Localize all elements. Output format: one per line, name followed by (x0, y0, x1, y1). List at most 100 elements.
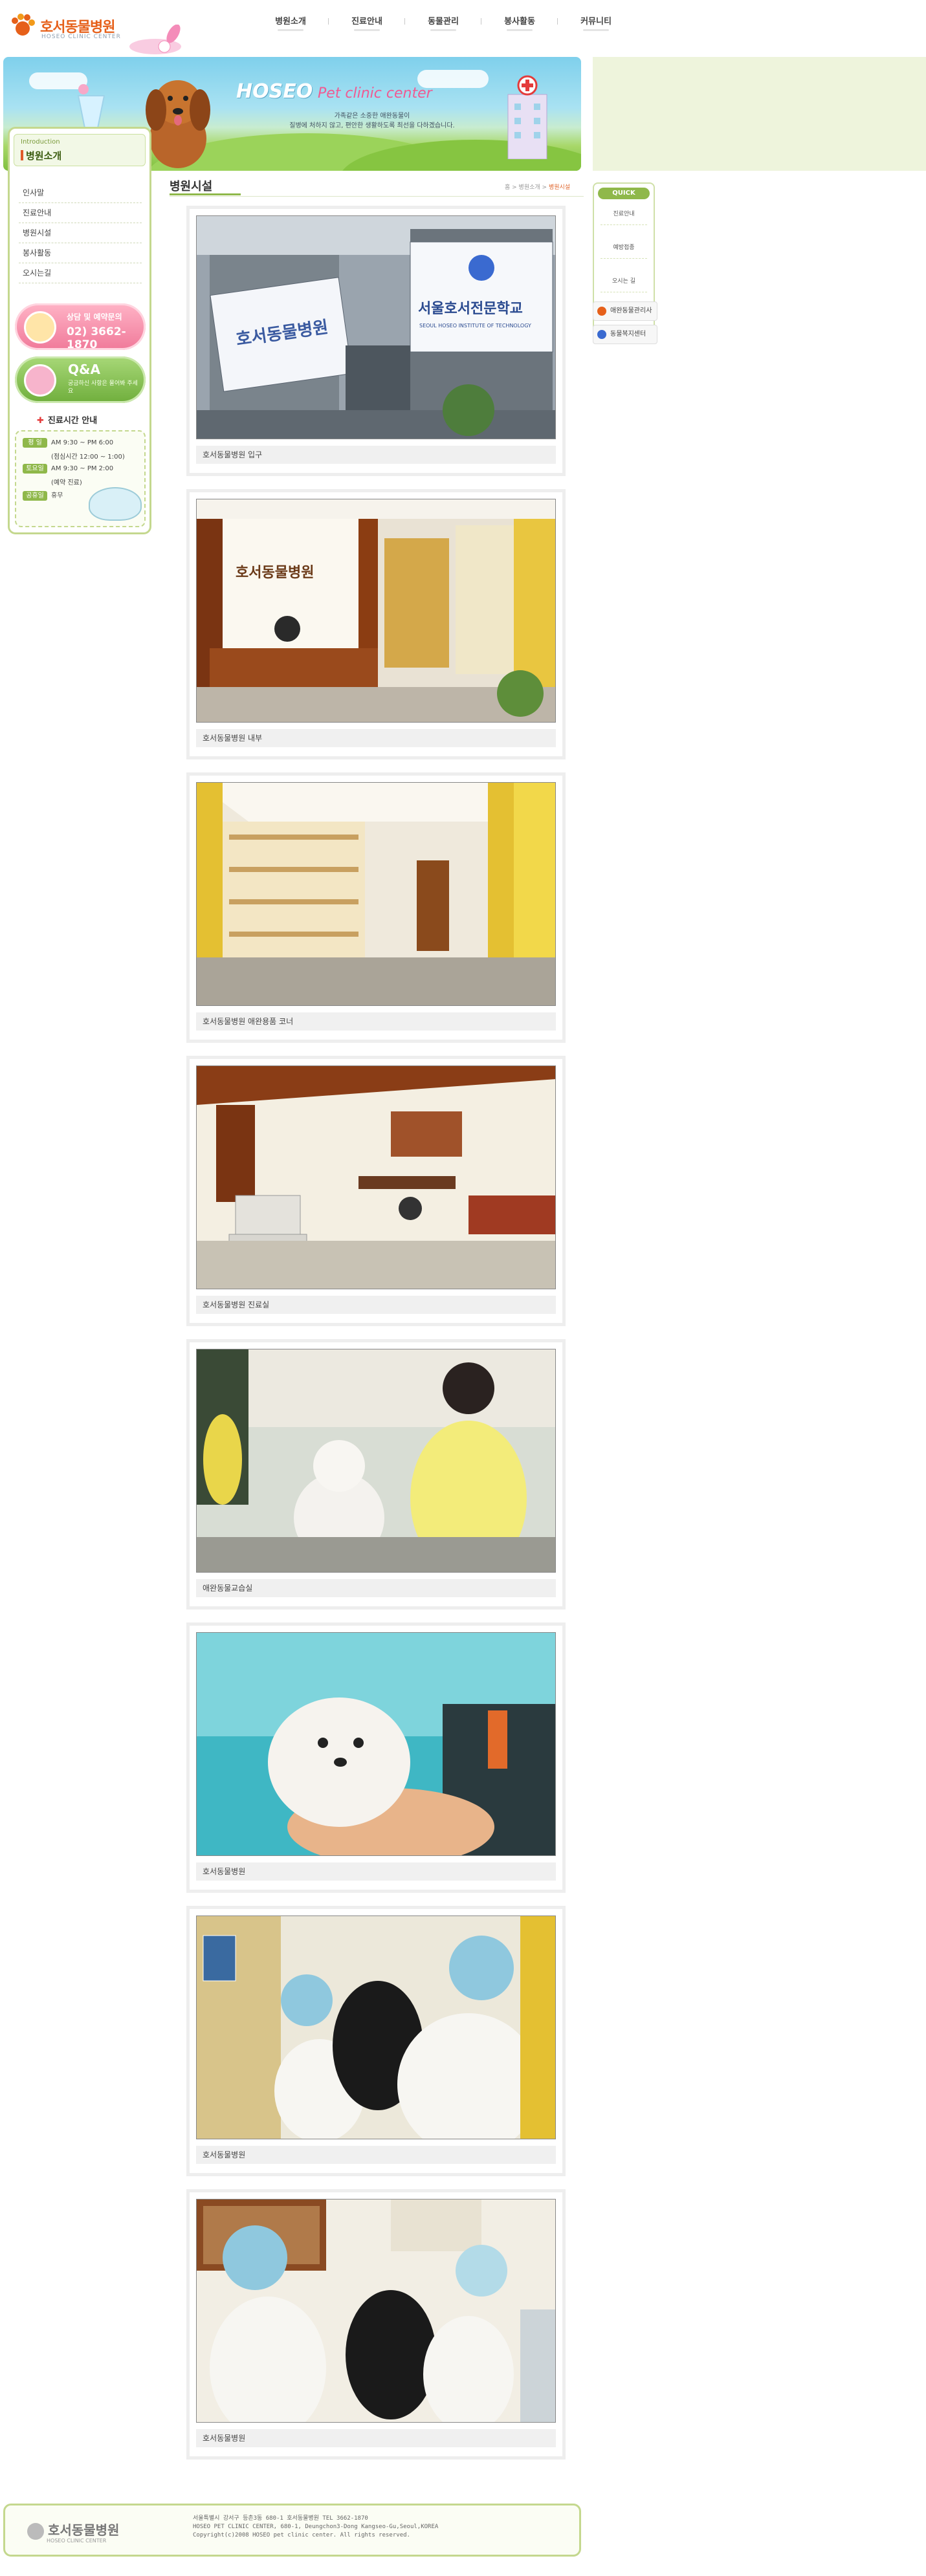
hours-tag: 공휴일 (23, 491, 47, 501)
nav-clinic-label: 진료안내 (351, 17, 382, 27)
nav-community[interactable]: 커뮤니티 (558, 14, 634, 32)
quick-link-pet-manager[interactable]: 애완동물관리사 (593, 301, 657, 321)
hours-text: AM 9:30 ~ PM 2:00 (51, 465, 114, 472)
paw-logo-icon (27, 2522, 44, 2540)
photo-sign-hospital: 호서동물병원 (236, 565, 314, 581)
slogan-line: 질병에 처하지 않고, 편안한 생활하도록 최선을 다하겠습니다. (289, 122, 455, 129)
hours-title: ✚ 진료시간 안내 (37, 413, 97, 426)
title-divider (170, 196, 584, 197)
photo-sign-school-en: SEOUL HOSEO INSTITUTE OF TECHNOLOGY (419, 323, 531, 329)
banner-right-fill (593, 57, 926, 171)
photo-card: 호서동물병원 진료실 (186, 1056, 566, 1326)
global-nav: 병원소개 진료안내 동물관리 봉사활동 커뮤니티 (252, 14, 634, 32)
nav-about[interactable]: 병원소개 (252, 14, 329, 32)
banner-slogan: 가족같은 소중한 애완동물이 질병에 처하지 않고, 편안한 생활하도록 최선을… (275, 111, 469, 131)
nav-about-underline (278, 29, 303, 31)
hours-text: AM 9:30 ~ PM 6:00 (51, 439, 114, 446)
photo-entrance: 호서동물병원 서울호서전문학교 SEOUL HOSEO INSTITUTE OF… (196, 215, 556, 439)
left-sidebar: Introduction 병원소개 인사말 진료안내 병원시설 봉사활동 오시는… (8, 127, 151, 534)
quick-item-clinic[interactable]: 진료안내 (601, 203, 647, 225)
photo-caption: 애완동물교습실 (196, 1579, 556, 1597)
photo-card: 애완동물교습실 (186, 1339, 566, 1610)
sidebar-item-facilities[interactable]: 병원시설 (19, 223, 142, 243)
nav-care[interactable]: 동물관리 (405, 14, 481, 32)
hours-row: 토요일 AM 9:30 ~ PM 2:00 (23, 464, 113, 474)
photo-caption: 호서동물병원 (196, 2146, 556, 2164)
welfare-icon (597, 330, 606, 339)
paw-logo-icon (12, 14, 35, 36)
photo-puppy (196, 1632, 556, 1856)
photo-grooming-class (196, 1349, 556, 1573)
hours-tag: 토요일 (23, 464, 47, 474)
nav-volunteer[interactable]: 봉사활동 (481, 14, 558, 32)
breadcrumb: 홈 > 병원소개 > 병원시설 (505, 182, 570, 191)
consult-phone: 02) 3662-1870 (67, 325, 126, 351)
logo-subtext: HOSEO CLINIC CENTER (41, 34, 121, 40)
photo-card: 호서동물병원 애완용품 코너 (186, 772, 566, 1043)
sidebar-heading: Introduction 병원소개 (14, 134, 146, 166)
photo-examination (196, 1916, 556, 2139)
footer: 호서동물병원 HOSEO CLINIC CENTER 서울특별시 강서구 등촌3… (3, 2504, 581, 2557)
qna-desc: 궁금하신 사항은 물어봐 주세요 (68, 380, 138, 395)
consult-reservation-button[interactable]: 상담 및 예약문의 02) 3662-1870 (15, 303, 146, 351)
qna-button[interactable]: Q&A 궁금하신 사항은 물어봐 주세요 (15, 356, 146, 403)
qna-icon (24, 364, 56, 397)
phone-icon (24, 311, 56, 344)
footer-address-en: HOSEO PET CLINIC CENTER, 680-1, Deungcho… (193, 2524, 439, 2530)
photo-exam-room (196, 1065, 556, 1289)
hours-row: (점심시간 12:00 ~ 1:00) (51, 451, 125, 461)
photo-card: 호서동물병원 호서동물병원 내부 (186, 489, 566, 759)
sidebar-item-clinic-info[interactable]: 진료안내 (19, 203, 142, 223)
photo-caption: 호서동물병원 애완용품 코너 (196, 1012, 556, 1031)
hours-title-text: 진료시간 안내 (47, 416, 98, 426)
nav-about-label: 병원소개 (275, 17, 306, 27)
hours-row: (예약 진료) (51, 477, 82, 486)
footer-info: 서울특별시 강서구 등촌3동 680-1 호서동물병원 TEL 3662-187… (193, 2515, 438, 2540)
quick-item-vaccination[interactable]: 예방접종 (601, 237, 647, 259)
sidebar-item-greeting[interactable]: 인사말 (19, 183, 142, 203)
heading-marker (21, 150, 23, 160)
sidebar-item-directions[interactable]: 오시는길 (19, 263, 142, 283)
hours-row: 평 일 AM 9:30 ~ PM 6:00 (23, 438, 113, 448)
hours-tag: 평 일 (23, 438, 47, 448)
photo-caption: 호서동물병원 (196, 2429, 556, 2447)
hours-box: 평 일 AM 9:30 ~ PM 6:00 (점심시간 12:00 ~ 1:00)… (15, 430, 146, 527)
nav-community-label: 커뮤니티 (580, 17, 612, 27)
nav-care-label: 동물관리 (428, 17, 459, 27)
qna-title: Q&A (68, 362, 100, 377)
photo-card: 호서동물병원 (186, 1622, 566, 1893)
footer-logo-subtext: HOSEO CLINIC CENTER (47, 2538, 107, 2544)
sidebar-menu: 인사말 진료안내 병원시설 봉사활동 오시는길 (19, 183, 142, 283)
photo-card: 호서동물병원 (186, 2189, 566, 2460)
hours-text: (예약 진료) (51, 479, 82, 486)
slogan-line: 가족같은 소중한 애완동물이 (334, 113, 410, 120)
photo-caption: 호서동물병원 내부 (196, 729, 556, 747)
quick-menu-title: QUICK (598, 188, 650, 199)
nav-clinic[interactable]: 진료안내 (329, 14, 405, 32)
photo-examination-2 (196, 2199, 556, 2423)
quick-link-welfare-center[interactable]: 동물복지센터 (593, 325, 657, 344)
footer-address: 서울특별시 강서구 등촌3동 680-1 호서동물병원 TEL 3662-187… (193, 2515, 368, 2522)
hours-text: 휴무 (51, 492, 63, 499)
hours-row: 공휴일 휴무 (23, 490, 63, 501)
consult-label: 상담 및 예약문의 (67, 312, 122, 322)
footer-logo-text: 호서동물병원 (48, 2522, 120, 2538)
sidebar-heading-en: Introduction (21, 138, 60, 146)
photo-sign-school: 서울호서전문학교 (418, 301, 523, 317)
banner-brand: HOSEO (236, 80, 313, 103)
sidebar-item-volunteer[interactable]: 봉사활동 (19, 243, 142, 263)
quick-item-directions[interactable]: 오시는 길 (601, 270, 647, 292)
paw-icon (597, 307, 606, 316)
footer-copyright: Copyright(c)2008 HOSEO pet clinic center… (193, 2532, 410, 2538)
quick-link-label: 동물복지센터 (610, 331, 646, 338)
nav-volunteer-label: 봉사활동 (504, 17, 535, 27)
page-title: 병원시설 (170, 180, 213, 193)
breadcrumb-current: 병원시설 (548, 184, 571, 191)
photo-interior: 호서동물병원 (196, 499, 556, 723)
photo-caption: 호서동물병원 입구 (196, 446, 556, 464)
quick-link-label: 애완동물관리사 (610, 307, 652, 314)
nav-volunteer-underline (507, 29, 533, 31)
banner-brand-sub: Pet clinic center (318, 85, 432, 102)
photo-caption: 호서동물병원 (196, 1862, 556, 1881)
sidebar-heading-ko: 병원소개 (26, 150, 62, 162)
